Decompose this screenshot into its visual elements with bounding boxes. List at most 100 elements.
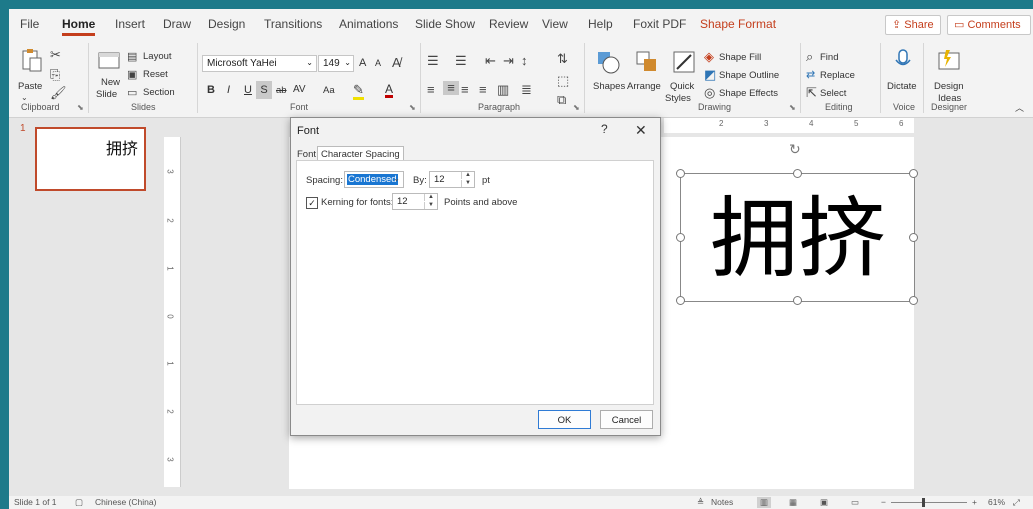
close-button[interactable]: ✕ (635, 122, 647, 139)
shape-fill-button[interactable]: Shape Fill (719, 52, 761, 63)
shapes-icon[interactable] (595, 49, 621, 75)
tab-slide-show[interactable]: Slide Show (415, 17, 475, 31)
section-icon[interactable]: ▭ (127, 86, 137, 100)
reset-icon[interactable]: ▣ (127, 68, 137, 82)
tab-animations[interactable]: Animations (339, 17, 398, 31)
layout-button[interactable]: Layout (143, 51, 172, 62)
format-painter-icon[interactable]: 🖌 (50, 86, 67, 100)
character-spacing-button[interactable]: AV (293, 84, 306, 95)
tab-font[interactable]: Font (297, 149, 316, 160)
align-right-icon[interactable]: ≡ (461, 83, 469, 97)
zoom-in-icon[interactable]: + (972, 497, 977, 507)
zoom-level[interactable]: 61% (988, 497, 1005, 507)
cut-icon[interactable]: ✂ (50, 48, 61, 62)
align-left-icon[interactable]: ≡ (427, 83, 435, 97)
reading-view-icon[interactable]: ▣ (820, 497, 828, 508)
zoom-out-icon[interactable]: − (881, 497, 886, 507)
align-text-vertical-icon[interactable]: ⬚ (557, 74, 569, 88)
kerning-checkbox[interactable]: ✓ (306, 197, 318, 209)
line-spacing-icon[interactable]: ↕ (521, 54, 528, 68)
tab-insert[interactable]: Insert (115, 17, 145, 31)
tab-design[interactable]: Design (208, 17, 245, 31)
text-direction-icon[interactable]: ⇅ (557, 52, 568, 66)
resize-handle[interactable] (793, 296, 802, 305)
zoom-slider-thumb[interactable] (922, 498, 925, 507)
replace-icon[interactable]: ⇄ (806, 68, 815, 82)
design-ideas-label[interactable]: Design (934, 81, 964, 92)
slide-sorter-icon[interactable]: ▦ (789, 497, 797, 508)
spacing-select[interactable]: Condensed ⌄ (344, 171, 404, 188)
fit-to-window-icon[interactable]: ⤢ (1013, 497, 1020, 508)
font-name-input[interactable]: Microsoft YaHei ⌄ (202, 55, 317, 72)
design-ideas-icon[interactable] (936, 47, 962, 73)
dialog-launcher-icon[interactable]: ⬊ (409, 103, 416, 112)
arrange-icon[interactable] (634, 49, 660, 75)
resize-handle[interactable] (676, 296, 685, 305)
select-button[interactable]: Select (820, 88, 846, 99)
shape-effects-button[interactable]: Shape Effects (719, 88, 778, 99)
select-icon[interactable]: ⇱ (806, 86, 817, 100)
normal-view-icon[interactable]: ▥ (757, 497, 772, 508)
bullets-icon[interactable]: ☰ (427, 54, 439, 68)
tab-view[interactable]: View (542, 17, 568, 31)
dialog-launcher-icon[interactable]: ⬊ (573, 103, 580, 112)
tab-review[interactable]: Review (489, 17, 528, 31)
resize-handle[interactable] (909, 169, 918, 178)
ok-button[interactable]: OK (538, 410, 591, 429)
spin-down-icon[interactable]: ▼ (461, 180, 474, 187)
align-center-icon[interactable]: ≡ (443, 81, 459, 95)
tab-file[interactable]: File (20, 17, 39, 31)
find-button[interactable]: Find (820, 52, 838, 63)
paste-icon[interactable] (19, 47, 45, 73)
new-slide-icon[interactable] (96, 47, 122, 73)
shape-outline-icon[interactable]: ◩ (704, 68, 716, 82)
tab-help[interactable]: Help (588, 17, 613, 31)
slide-text[interactable]: 拥挤 (710, 189, 886, 289)
language-status[interactable]: Chinese (China) (95, 497, 156, 507)
slide-show-icon[interactable]: ▭ (851, 497, 859, 508)
layout-icon[interactable]: ▤ (127, 50, 137, 64)
resize-handle[interactable] (909, 296, 918, 305)
increase-indent-icon[interactable]: ⇥ (503, 54, 514, 68)
collapse-ribbon-icon[interactable]: ︿ (1015, 101, 1024, 115)
copy-icon[interactable]: ⎘ (50, 68, 60, 82)
tab-foxit-pdf[interactable]: Foxit PDF (633, 17, 686, 31)
dialog-launcher-icon[interactable]: ⬊ (77, 103, 84, 112)
notes-button[interactable]: Notes (711, 497, 733, 507)
highlight-icon[interactable]: ✎ (353, 83, 364, 100)
cancel-button[interactable]: Cancel (600, 410, 653, 429)
strikethrough-button[interactable]: ab (276, 85, 287, 96)
tab-draw[interactable]: Draw (163, 17, 191, 31)
bold-button[interactable]: B (207, 84, 215, 96)
font-size-input[interactable]: 149 ⌄ (318, 55, 354, 72)
resize-handle[interactable] (676, 233, 685, 242)
shadow-button[interactable]: S (256, 81, 272, 99)
zoom-slider[interactable] (891, 502, 967, 503)
tab-shape-format[interactable]: Shape Format (700, 17, 776, 31)
section-button[interactable]: Section (143, 87, 175, 98)
numbering-icon[interactable]: ☰ (455, 54, 467, 68)
resize-handle[interactable] (676, 169, 685, 178)
share-button[interactable]: ⇪ Share (885, 15, 941, 35)
justify-icon[interactable]: ≡ (479, 83, 487, 97)
spin-down-icon[interactable]: ▼ (424, 202, 437, 209)
kerning-spinner[interactable]: 12 ▲ ▼ (392, 193, 438, 210)
quick-styles-icon[interactable] (671, 49, 697, 75)
shrink-font-button[interactable]: A (375, 58, 381, 68)
decrease-indent-icon[interactable]: ⇤ (485, 54, 496, 68)
italic-button[interactable]: I (227, 84, 230, 96)
align-text-icon[interactable]: ≣ (521, 83, 532, 97)
spin-up-icon[interactable]: ▲ (461, 172, 474, 179)
microphone-icon[interactable] (890, 47, 916, 73)
columns-icon[interactable]: ▥ (497, 83, 509, 97)
reset-button[interactable]: Reset (143, 69, 168, 80)
comments-button[interactable]: ▭ Comments (947, 15, 1031, 35)
search-icon[interactable]: ⌕ (806, 50, 813, 64)
rotate-handle-icon[interactable]: ↻ (789, 141, 801, 158)
tab-home[interactable]: Home (62, 17, 96, 36)
accessibility-icon[interactable]: ▢ (75, 497, 83, 508)
shape-effects-icon[interactable]: ◎ (704, 86, 715, 100)
by-spinner[interactable]: 12 ▲ ▼ (429, 171, 475, 188)
smartart-icon[interactable]: ⧉ (557, 93, 566, 107)
help-button[interactable]: ? (601, 122, 608, 136)
